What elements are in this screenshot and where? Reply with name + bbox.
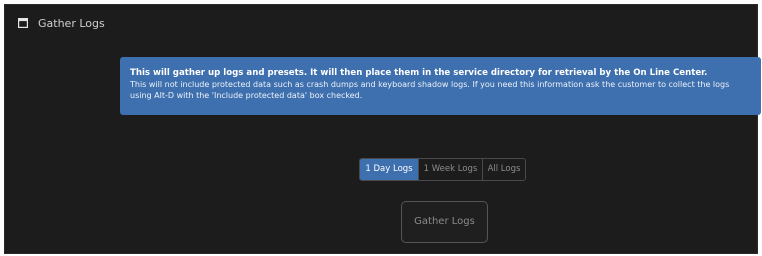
all-logs-option[interactable]: All Logs (482, 159, 525, 180)
info-banner: This will gather up logs and presets. It… (120, 57, 761, 115)
gather-logs-panel: Gather Logs This will gather up logs and… (4, 4, 761, 254)
panel-header: Gather Logs (5, 5, 757, 41)
gather-logs-button[interactable]: Gather Logs (401, 201, 488, 243)
one-week-logs-option[interactable]: 1 Week Logs (418, 159, 482, 180)
info-banner-title: This will gather up logs and presets. It… (130, 68, 708, 78)
window-icon (18, 18, 28, 28)
log-range-selector: 1 Day Logs 1 Week Logs All Logs (359, 158, 526, 181)
one-day-logs-option[interactable]: 1 Day Logs (360, 159, 418, 180)
info-banner-body: This will not include protected data suc… (130, 80, 730, 100)
page-title: Gather Logs (38, 17, 105, 30)
